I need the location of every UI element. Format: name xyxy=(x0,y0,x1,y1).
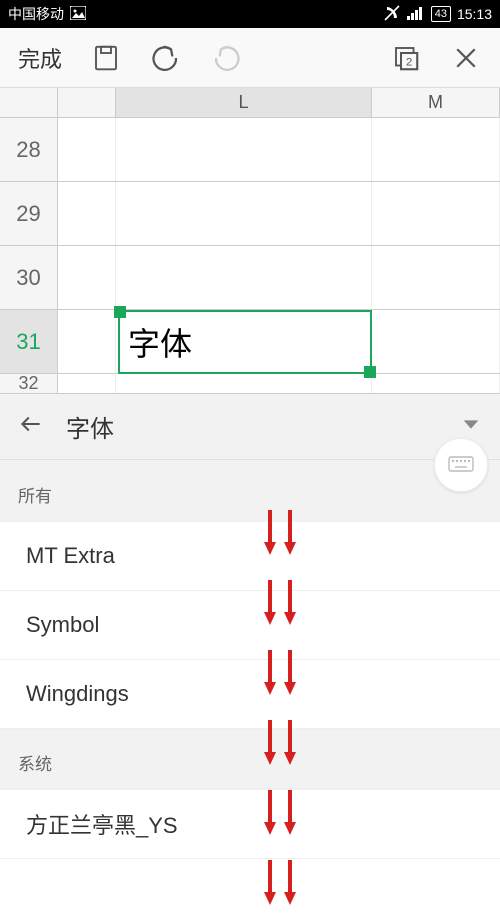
redo-button[interactable] xyxy=(196,28,256,88)
font-item-symbol[interactable]: Symbol xyxy=(0,590,500,660)
font-item-mt-extra[interactable]: MT Extra xyxy=(0,521,500,591)
cell[interactable] xyxy=(372,374,500,393)
select-all-corner[interactable] xyxy=(0,88,58,117)
row-header-28[interactable]: 28 xyxy=(0,118,58,181)
done-button[interactable]: 完成 xyxy=(4,42,76,74)
undo-button[interactable] xyxy=(136,28,196,88)
selected-cell[interactable]: 字体 xyxy=(118,310,372,374)
row-header-29[interactable]: 29 xyxy=(0,182,58,245)
row-header-31[interactable]: 31 xyxy=(0,310,58,373)
font-item-fzlth[interactable]: 方正兰亭黑_YS xyxy=(0,789,500,859)
svg-text:2: 2 xyxy=(406,56,412,68)
editor-toolbar: 完成 2 xyxy=(0,28,500,88)
tabs-button[interactable]: 2 xyxy=(376,28,436,88)
cell[interactable] xyxy=(372,310,500,373)
cell[interactable] xyxy=(116,374,372,393)
panel-title: 字体 xyxy=(66,409,114,444)
clock: 15:13 xyxy=(457,6,492,22)
cell[interactable] xyxy=(58,118,116,181)
column-header-L[interactable]: L xyxy=(116,88,372,117)
cell[interactable] xyxy=(372,118,500,181)
panel-header: 字体 xyxy=(0,394,500,460)
font-panel: 字体 所有 MT Extra Symbol Wingdings 系统 方正兰亭黑… xyxy=(0,394,500,859)
carrier-label: 中国移动 xyxy=(8,4,64,24)
cell[interactable] xyxy=(116,118,372,181)
status-bar: 中国移动 43 15:13 xyxy=(0,0,500,28)
row-header-32[interactable]: 32 xyxy=(0,374,58,393)
cell[interactable] xyxy=(116,246,372,309)
mute-icon xyxy=(383,4,401,25)
selection-handle-br[interactable] xyxy=(364,366,376,378)
cell[interactable] xyxy=(58,246,116,309)
section-system-label: 系统 xyxy=(0,728,500,789)
battery-level: 43 xyxy=(431,6,451,22)
cell[interactable] xyxy=(372,182,500,245)
panel-collapse-button[interactable] xyxy=(460,413,482,440)
save-button[interactable] xyxy=(76,28,136,88)
spreadsheet-grid[interactable]: L M 28 29 30 31 32 字体 xyxy=(0,88,500,394)
keyboard-toggle-button[interactable] xyxy=(434,438,488,492)
cell[interactable] xyxy=(58,310,116,373)
image-icon xyxy=(70,6,86,23)
cell[interactable] xyxy=(58,374,116,393)
panel-back-button[interactable] xyxy=(18,411,44,442)
section-all-label: 所有 xyxy=(0,460,500,521)
close-button[interactable] xyxy=(436,28,496,88)
cell[interactable] xyxy=(58,182,116,245)
selection-handle-tl[interactable] xyxy=(114,306,126,318)
selected-cell-value: 字体 xyxy=(128,319,192,365)
row-header-30[interactable]: 30 xyxy=(0,246,58,309)
cell[interactable] xyxy=(116,182,372,245)
column-header-blank[interactable] xyxy=(58,88,116,117)
font-item-wingdings[interactable]: Wingdings xyxy=(0,659,500,729)
signal-icon xyxy=(407,6,425,23)
column-header-M[interactable]: M xyxy=(372,88,500,117)
cell[interactable] xyxy=(372,246,500,309)
